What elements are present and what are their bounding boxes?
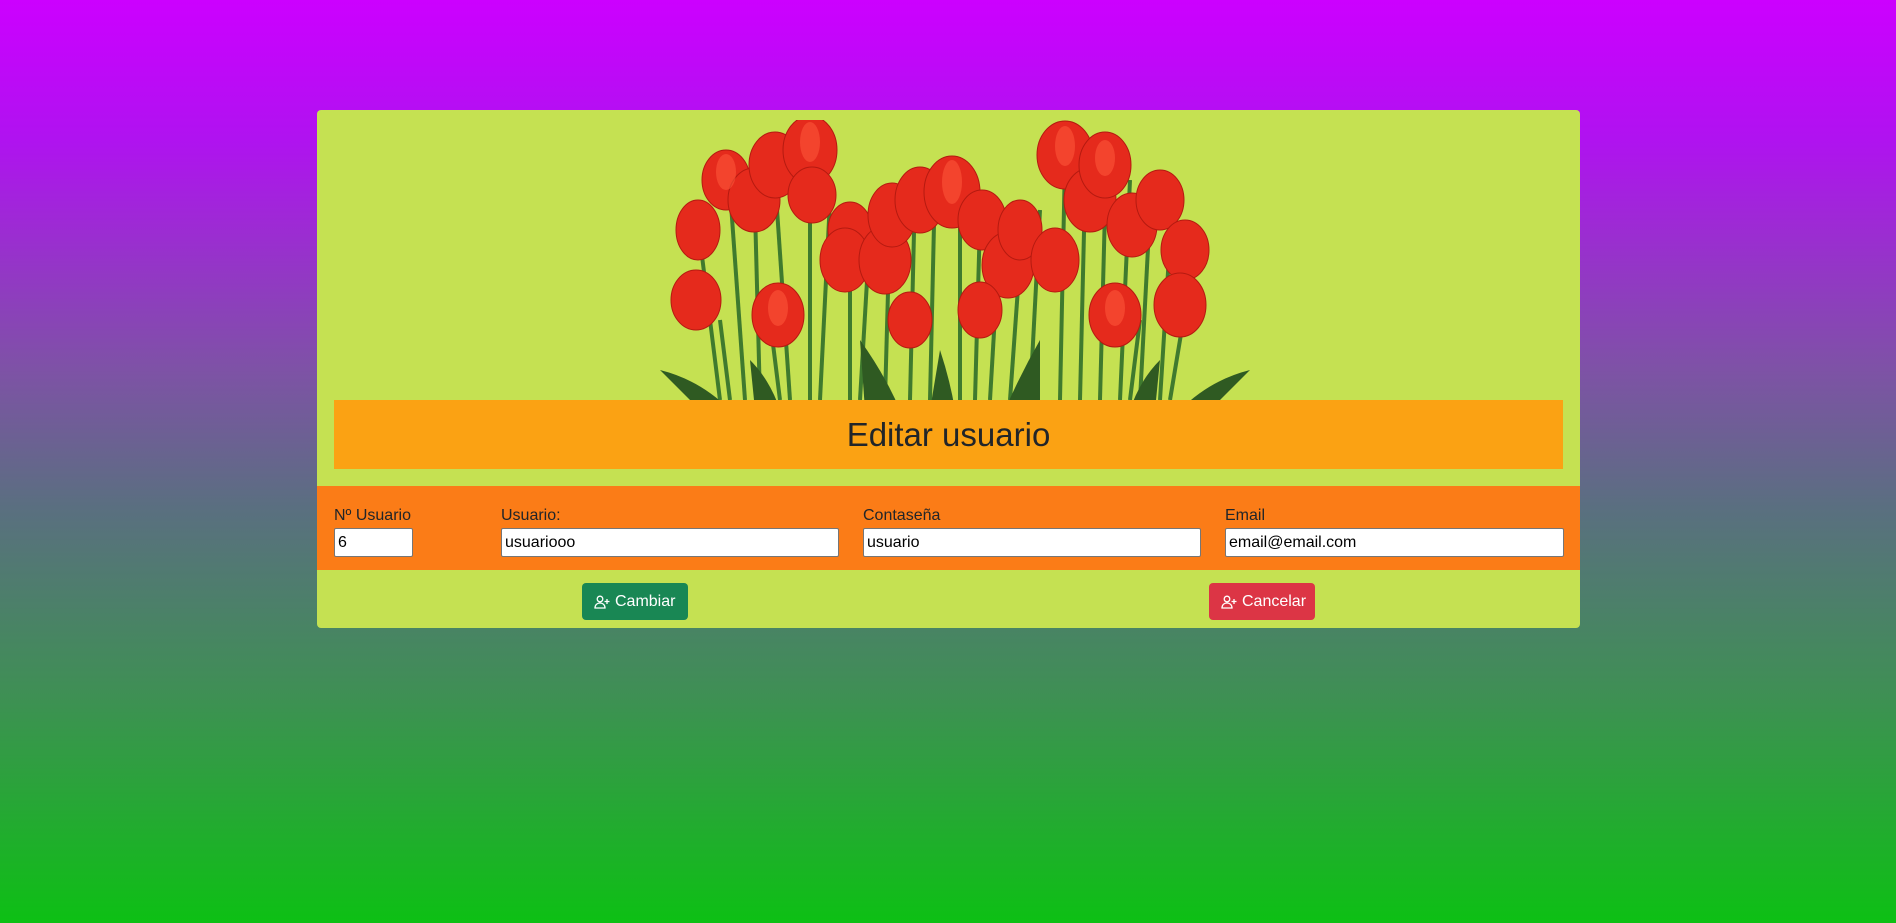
cancel-button-label: Cancelar [1242, 592, 1307, 610]
username-input[interactable] [501, 528, 839, 557]
user-plus-icon [1221, 594, 1237, 610]
change-button-label: Cambiar [615, 592, 676, 610]
edit-user-card: Editar usuario Nº Usuario Usuario: Conta… [317, 110, 1580, 628]
user-id-field-group: Nº Usuario [334, 506, 413, 557]
password-field-group: Contaseña [863, 506, 1201, 557]
page-title: Editar usuario [846, 415, 1051, 453]
user-plus-icon [594, 594, 610, 610]
email-input[interactable] [1225, 528, 1564, 557]
title-bar: Editar usuario [334, 400, 1563, 469]
email-label: Email [1225, 507, 1266, 524]
username-field-group: Usuario: [501, 506, 839, 557]
password-input[interactable] [863, 528, 1201, 557]
user-id-label: Nº Usuario [334, 507, 411, 524]
hero-image-area [317, 110, 1580, 410]
tulips-image [660, 120, 1250, 410]
username-label: Usuario: [501, 507, 561, 524]
password-label: Contaseña [863, 507, 941, 524]
user-form-row: Nº Usuario Usuario: Contaseña Email [317, 486, 1580, 570]
email-field-group: Email [1225, 506, 1564, 557]
cancel-button[interactable]: Cancelar [1209, 583, 1315, 620]
user-id-input[interactable] [334, 528, 413, 557]
change-button[interactable]: Cambiar [582, 583, 688, 620]
